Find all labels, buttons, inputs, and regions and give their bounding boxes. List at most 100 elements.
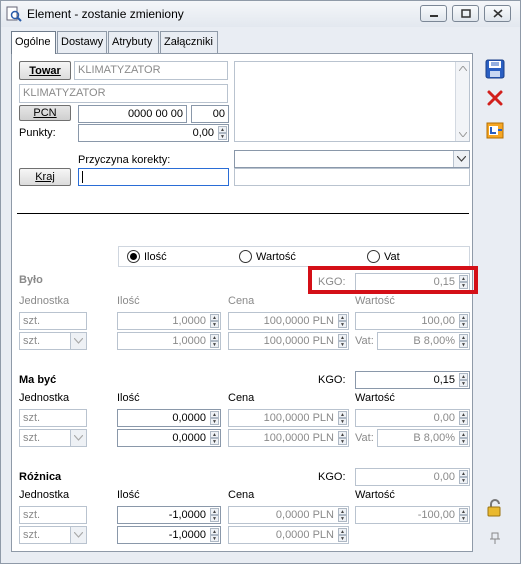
pcn-field[interactable]: 0000 00 00 xyxy=(78,105,187,123)
pin-button[interactable] xyxy=(484,527,506,549)
towar-button-label: Towar xyxy=(29,64,61,77)
ma-byc-wartosc-field[interactable]: 0,00 ▲ ▼ xyxy=(355,409,470,427)
bylo-cena2-spinner[interactable]: ▲ ▼ xyxy=(338,334,347,348)
ma-byc-cena-spinner[interactable]: ▲ ▼ xyxy=(338,411,347,425)
scroll-down-icon xyxy=(459,132,467,137)
roznica-cena2-spinner[interactable]: ▲ ▼ xyxy=(338,528,347,542)
roznica-kgo-field[interactable]: 0,00 ▲ ▼ xyxy=(355,468,470,486)
ma-byc-ilosc-field[interactable]: 0,0000 ▲ ▼ xyxy=(117,409,221,427)
bylo-ilosc2-spinner[interactable]: ▲ ▼ xyxy=(210,334,219,348)
roznica-wartosc-field[interactable]: -100,00 ▲ ▼ xyxy=(355,506,470,524)
tab-atrybuty[interactable]: Atrybuty xyxy=(108,31,159,53)
ma-byc-jednostka-combo-value: szt. xyxy=(23,432,41,444)
roznica-ilosc-spinner[interactable]: ▲ ▼ xyxy=(210,508,219,522)
ma-byc-ilosc-spinner[interactable]: ▲ ▼ xyxy=(210,411,219,425)
kraj-button-label: Kraj xyxy=(35,171,55,183)
bylo-cena-value: 100,0000 PLN xyxy=(263,315,334,327)
bylo-wartosc-value: 100,00 xyxy=(421,315,455,327)
roznica-wartosc-spinner[interactable]: ▲ ▼ xyxy=(459,508,468,522)
ma-byc-ilosc2-spinner[interactable]: ▲ ▼ xyxy=(210,431,219,445)
bylo-jednostka-combo[interactable]: szt. xyxy=(19,332,87,350)
bylo-jednostka-field[interactable]: szt. xyxy=(19,312,87,330)
roznica-jednostka-dropdown[interactable] xyxy=(70,527,86,543)
ma-byc-vat-label: Vat: xyxy=(355,432,374,444)
ma-byc-jednostka-field[interactable]: szt. xyxy=(19,409,87,427)
przyczyna-combo[interactable] xyxy=(234,150,470,168)
history-button[interactable] xyxy=(484,119,506,141)
tab-dostawy[interactable]: Dostawy xyxy=(57,31,107,53)
ma-byc-vat-field[interactable]: B 8,00% ▲ ▼ xyxy=(377,429,470,447)
kraj-button[interactable]: Kraj xyxy=(19,168,71,186)
roznica-cena-spinner[interactable]: ▲ ▼ xyxy=(338,508,347,522)
bylo-ilosc-field[interactable]: 1,0000 ▲ ▼ xyxy=(117,312,221,330)
ma-byc-cena-field[interactable]: 100,0000 PLN ▲ ▼ xyxy=(228,409,349,427)
bylo-jednostka-dropdown[interactable] xyxy=(70,333,86,349)
ma-byc-cena2-field[interactable]: 100,0000 PLN ▲ ▼ xyxy=(228,429,349,447)
highlight-box xyxy=(308,266,478,294)
ma-byc-ilosc2-field[interactable]: 0,0000 ▲ ▼ xyxy=(117,429,221,447)
roznica-cena-field[interactable]: 0,0000 PLN ▲ ▼ xyxy=(228,506,349,524)
ma-byc-wartosc-spinner[interactable]: ▲ ▼ xyxy=(459,411,468,425)
kraj-field[interactable] xyxy=(78,168,229,186)
cancel-button[interactable] xyxy=(484,87,506,109)
przyczyna-dropdown-button[interactable] xyxy=(453,151,469,167)
ma-byc-kgo-field[interactable]: 0,15 ▲ ▼ xyxy=(355,371,470,389)
correction-type-radio-group: Ilość Wartość Vat xyxy=(118,246,470,267)
towar-button[interactable]: Towar xyxy=(19,61,71,80)
title-bar: Element - zostanie zmieniony xyxy=(1,1,520,27)
ma-byc-cena2-spinner[interactable]: ▲ ▼ xyxy=(338,431,347,445)
tab-zalaczniki[interactable]: Załączniki xyxy=(160,31,218,53)
ma-byc-jednostka-dropdown[interactable] xyxy=(70,430,86,446)
bylo-wartosc-spinner[interactable]: ▲ ▼ xyxy=(459,314,468,328)
close-window-button[interactable] xyxy=(484,5,511,22)
bylo-vat-field[interactable]: B 8,00% ▲ ▼ xyxy=(377,332,470,350)
description-scrollbar[interactable] xyxy=(455,62,469,141)
towar-name-field[interactable]: KLIMATYZATOR xyxy=(19,84,228,103)
maximize-icon xyxy=(460,9,471,18)
roznica-cena2-field[interactable]: 0,0000 PLN ▲ ▼ xyxy=(228,526,349,544)
ma-byc-vat-spinner[interactable]: ▲ ▼ xyxy=(459,431,468,445)
tab-ogolne[interactable]: Ogólne xyxy=(11,31,56,54)
bylo-wartosc-header: Wartość xyxy=(355,295,395,307)
pcn-button[interactable]: PCN xyxy=(19,105,71,121)
roznica-ilosc2-spinner[interactable]: ▲ ▼ xyxy=(210,528,219,542)
minimize-icon xyxy=(429,14,438,17)
punkty-field[interactable]: 0,00 ▲ ▼ xyxy=(78,124,229,142)
pin-icon xyxy=(490,532,500,544)
roznica-ilosc-field[interactable]: -1,0000 ▲ ▼ xyxy=(117,506,221,524)
roznica-ilosc2-field[interactable]: -1,0000 ▲ ▼ xyxy=(117,526,221,544)
punkty-spinner[interactable]: ▲ ▼ xyxy=(218,126,227,140)
towar-code-field[interactable]: KLIMATYZATOR xyxy=(74,61,228,80)
bylo-vat-spinner[interactable]: ▲ ▼ xyxy=(459,334,468,348)
chevron-down-icon xyxy=(74,338,83,344)
save-button[interactable] xyxy=(484,58,506,80)
main-panel: Towar KLIMATYZATOR KLIMATYZATOR PCN 0000… xyxy=(11,53,478,552)
roznica-ilosc-header: Ilość xyxy=(117,489,140,501)
roznica-jednostka-combo[interactable]: szt. xyxy=(19,526,87,544)
lock-button[interactable] xyxy=(484,497,506,519)
radio-ilosc[interactable]: Ilość xyxy=(127,250,167,263)
ma-byc-jednostka-combo[interactable]: szt. xyxy=(19,429,87,447)
close-icon xyxy=(492,9,503,18)
roznica-cena-header: Cena xyxy=(228,489,255,501)
radio-wartosc[interactable]: Wartość xyxy=(239,250,296,263)
pcn-suffix-field[interactable]: 00 xyxy=(191,105,229,123)
radio-vat[interactable]: Vat xyxy=(367,250,400,263)
chevron-down-icon xyxy=(457,156,466,162)
save-icon xyxy=(485,59,505,79)
bylo-wartosc-field[interactable]: 100,00 ▲ ▼ xyxy=(355,312,470,330)
bylo-cena2-field[interactable]: 100,0000 PLN ▲ ▼ xyxy=(228,332,349,350)
kraj-name-field[interactable] xyxy=(234,168,470,186)
roznica-jednostka-field[interactable]: szt. xyxy=(19,506,87,524)
minimize-button[interactable] xyxy=(420,5,447,22)
bylo-ilosc-spinner[interactable]: ▲ ▼ xyxy=(210,314,219,328)
maximize-button[interactable] xyxy=(452,5,479,22)
bylo-cena-field[interactable]: 100,0000 PLN ▲ ▼ xyxy=(228,312,349,330)
bylo-ilosc2-field[interactable]: 1,0000 ▲ ▼ xyxy=(117,332,221,350)
description-area[interactable] xyxy=(234,61,470,142)
ma-byc-ilosc-value: 0,0000 xyxy=(172,412,206,424)
ma-byc-kgo-spinner[interactable]: ▲ ▼ xyxy=(459,373,468,387)
roznica-kgo-spinner[interactable]: ▲ ▼ xyxy=(459,470,468,484)
bylo-vat-value: B 8,00% xyxy=(413,335,455,347)
bylo-cena-spinner[interactable]: ▲ ▼ xyxy=(338,314,347,328)
